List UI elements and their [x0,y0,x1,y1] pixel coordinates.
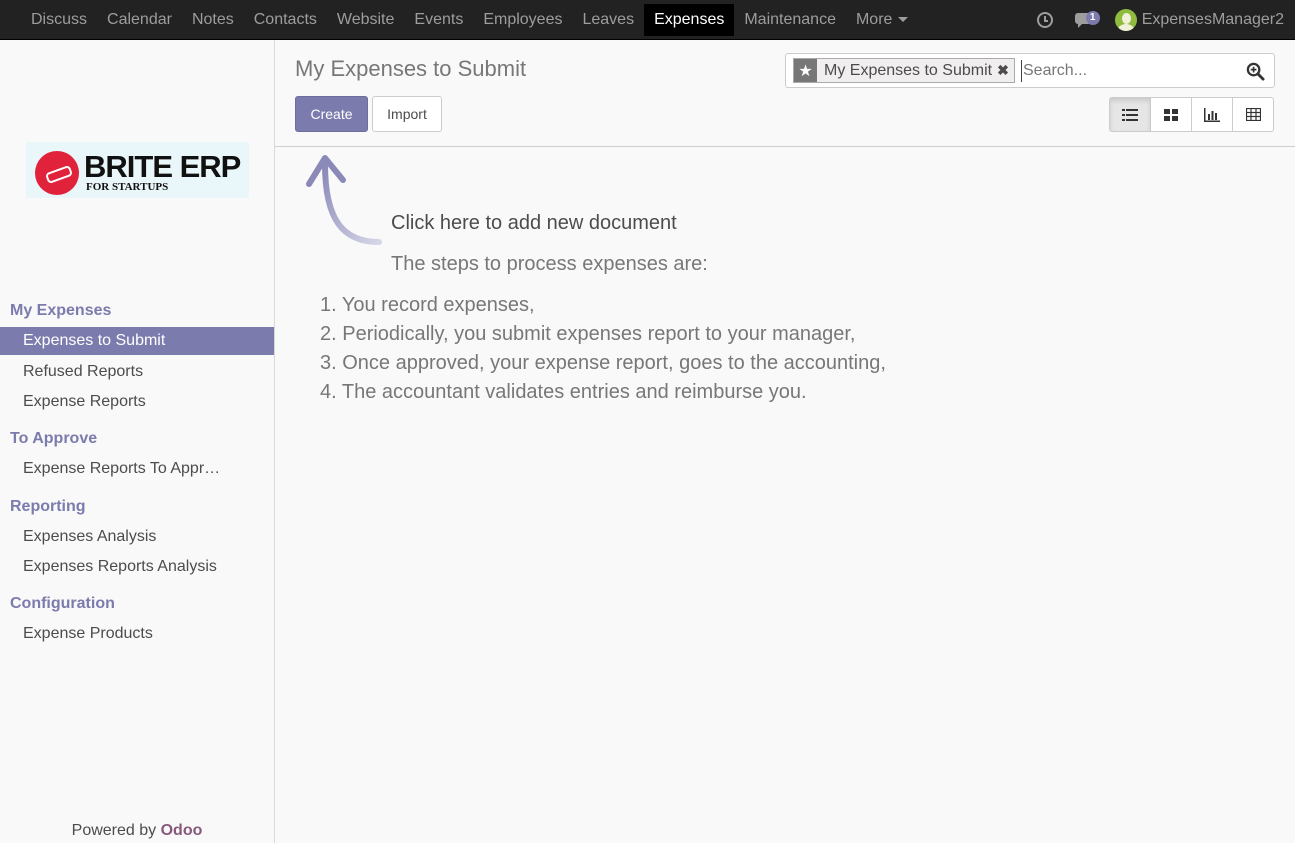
nav-more-label: More [855,11,893,28]
sidebar: BRITE ERP FOR STARTUPS My Expenses Expen… [0,40,275,843]
nav-more[interactable]: More [846,4,918,36]
section-my-expenses: My Expenses [10,302,112,319]
messages-button[interactable]: 1 [1074,10,1101,30]
logo-subtitle: FOR STARTUPS [86,181,169,193]
graph-icon [1204,107,1220,122]
sidebar-item-expense-products[interactable]: Expense Products [0,620,274,648]
nav-contacts[interactable]: Contacts [244,4,327,36]
nav-website[interactable]: Website [327,4,405,36]
section-configuration: Configuration [10,595,115,612]
graph-view-button[interactable] [1191,97,1233,132]
app-menu: Discuss Calendar Notes Contacts Website … [21,4,918,36]
list-icon [1122,108,1138,121]
search-input[interactable] [1021,60,1241,82]
list-item: 2. Periodically, you submit expenses rep… [320,323,856,345]
control-panel: My Expenses to Submit Create Import ★ My… [275,40,1295,147]
logo-title: BRITE ERP [84,149,241,184]
search-box: ★ My Expenses to Submit ✖ [785,53,1275,88]
search-facet-label: My Expenses to Submit [824,61,993,79]
search-facet: ★ My Expenses to Submit ✖ [793,58,1015,83]
nav-notes[interactable]: Notes [182,4,244,36]
star-icon: ★ [794,59,817,82]
company-logo: BRITE ERP FOR STARTUPS [26,142,249,198]
nav-maintenance[interactable]: Maintenance [734,4,846,36]
nav-calendar[interactable]: Calendar [97,4,182,36]
sidebar-item-expense-reports[interactable]: Expense Reports [0,388,274,416]
nav-employees[interactable]: Employees [473,4,572,36]
pivot-view-button[interactable] [1232,97,1274,132]
list-view-button[interactable] [1109,97,1151,132]
avatar[interactable] [1114,9,1137,31]
list-item: 1. You record expenses, [320,294,535,316]
create-button[interactable]: Create [295,96,368,132]
import-button[interactable]: Import [372,96,442,132]
sidebar-item-expenses-reports-analysis[interactable]: Expenses Reports Analysis [0,553,274,581]
caret-down-icon [898,17,909,23]
help-subtitle: The steps to process expenses are: [391,253,708,275]
sidebar-item-expenses-analysis[interactable]: Expenses Analysis [0,523,274,551]
user-menu[interactable]: ExpensesManager2 [1142,11,1284,29]
sidebar-item-expenses-to-submit[interactable]: Expenses to Submit [0,327,274,355]
remove-facet-icon[interactable]: ✖ [997,62,1014,79]
powered-by: Powered by Odoo [0,822,274,840]
list-item: 3. Once approved, your expense report, g… [320,352,886,374]
kanban-view-button[interactable] [1150,97,1192,132]
steps-list: 1. You record expenses, 2. Periodically,… [320,291,886,407]
up-arrow-icon [306,155,382,245]
nav-events[interactable]: Events [404,4,473,36]
section-to-approve: To Approve [10,430,98,447]
top-navbar: Discuss Calendar Notes Contacts Website … [0,0,1295,40]
clock-icon[interactable] [1036,12,1053,28]
sidebar-item-refused-reports[interactable]: Refused Reports [0,358,274,386]
logo-mark-icon [35,151,79,195]
section-reporting: Reporting [10,498,86,515]
nav-leaves[interactable]: Leaves [572,4,644,36]
page-title: My Expenses to Submit [295,56,527,81]
help-title: Click here to add new document [391,212,677,234]
pivot-icon [1245,108,1261,121]
search-icon[interactable] [1246,62,1265,81]
view-switcher [1109,97,1274,132]
sidebar-item-expense-reports-to-approve[interactable]: Expense Reports To Appr… [0,455,274,483]
nav-discuss[interactable]: Discuss [21,4,97,36]
powered-by-label: Powered by [71,822,157,839]
nav-expenses[interactable]: Expenses [644,4,735,36]
messages-badge: 1 [1085,11,1100,25]
systray: 1 ExpensesManager2 [1036,4,1284,36]
list-item: 4. The accountant validates entries and … [320,381,807,403]
odoo-link[interactable]: Odoo [161,822,203,839]
kanban-icon [1164,108,1178,121]
